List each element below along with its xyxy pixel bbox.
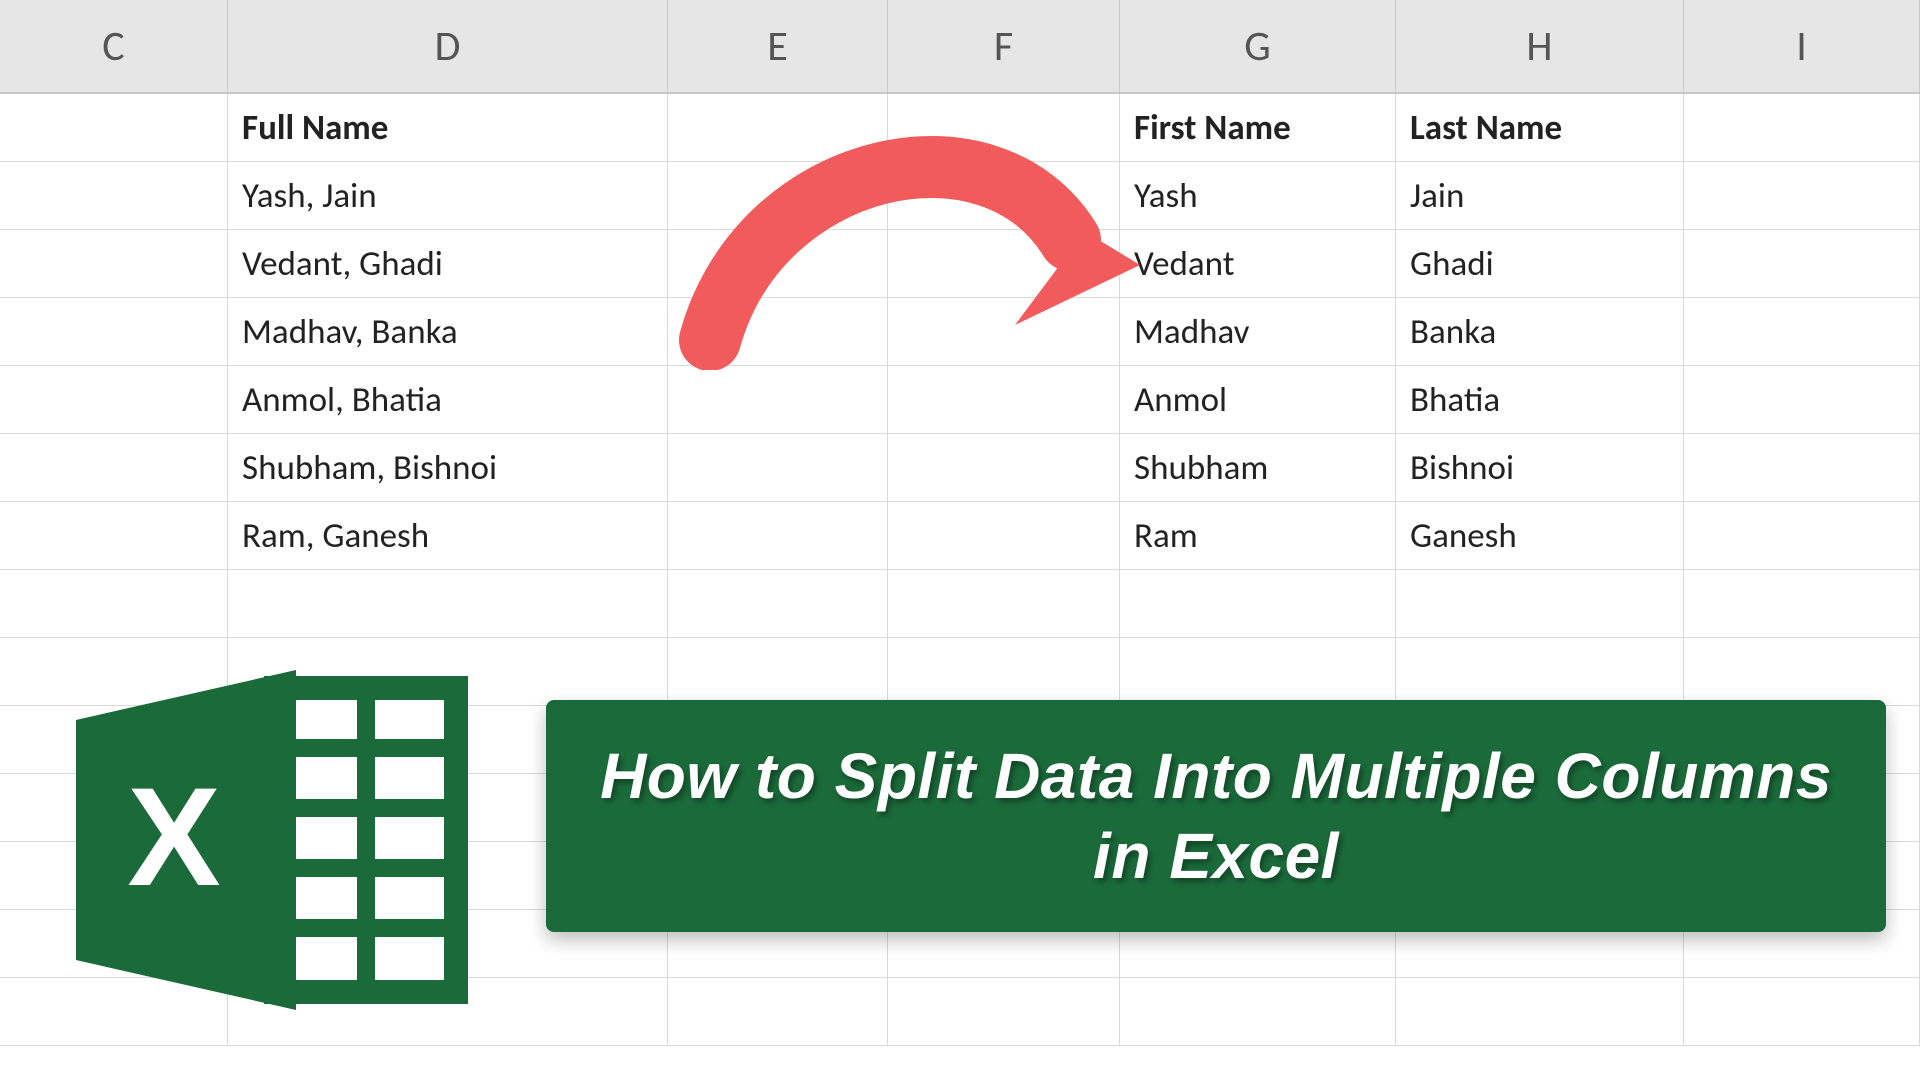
cell[interactable] xyxy=(888,298,1120,365)
cell[interactable] xyxy=(1120,570,1396,637)
cell[interactable] xyxy=(1120,978,1396,1045)
title-banner: How to Split Data Into Multiple Columns … xyxy=(546,700,1886,932)
cell[interactable] xyxy=(0,162,228,229)
column-headers-row: C D E F G H I xyxy=(0,0,1920,94)
column-header-d[interactable]: D xyxy=(228,0,668,92)
cell[interactable] xyxy=(1684,298,1920,365)
cell[interactable] xyxy=(668,298,888,365)
cell-full-name[interactable]: Ram, Ganesh xyxy=(228,502,668,569)
column-header-f[interactable]: F xyxy=(888,0,1120,92)
cell[interactable] xyxy=(0,434,228,501)
cell[interactable] xyxy=(668,638,888,705)
cell[interactable] xyxy=(1684,230,1920,297)
cell[interactable] xyxy=(1684,366,1920,433)
table-row: Ram, Ganesh Ram Ganesh xyxy=(0,502,1920,570)
cell-full-name[interactable]: Vedant, Ghadi xyxy=(228,230,668,297)
column-header-i[interactable]: I xyxy=(1684,0,1920,92)
cell-full-name[interactable]: Madhav, Banka xyxy=(228,298,668,365)
cell-first-name[interactable]: Yash xyxy=(1120,162,1396,229)
table-row: Yash, Jain Yash Jain xyxy=(0,162,1920,230)
banner-title: How to Split Data Into Multiple Columns … xyxy=(586,736,1846,896)
cell[interactable] xyxy=(888,162,1120,229)
table-row: Shubham, Bishnoi Shubham Bishnoi xyxy=(0,434,1920,502)
cell[interactable] xyxy=(668,366,888,433)
cell-last-name[interactable]: Ghadi xyxy=(1396,230,1684,297)
cell-last-name[interactable]: Bhatia xyxy=(1396,366,1684,433)
cell[interactable] xyxy=(1684,162,1920,229)
column-header-h[interactable]: H xyxy=(1396,0,1684,92)
cell[interactable] xyxy=(888,978,1120,1045)
cell-first-name[interactable]: Madhav xyxy=(1120,298,1396,365)
cell-last-name[interactable]: Ganesh xyxy=(1396,502,1684,569)
cell[interactable] xyxy=(1396,570,1684,637)
cell[interactable] xyxy=(888,94,1120,161)
table-row: Vedant, Ghadi Vedant Ghadi xyxy=(0,230,1920,298)
cell[interactable] xyxy=(888,570,1120,637)
cell[interactable] xyxy=(668,162,888,229)
cell-last-name[interactable]: Banka xyxy=(1396,298,1684,365)
cell[interactable] xyxy=(1684,978,1920,1045)
table-row xyxy=(0,570,1920,638)
cell[interactable] xyxy=(0,570,228,637)
table-row: Full Name First Name Last Name xyxy=(0,94,1920,162)
cell[interactable] xyxy=(0,298,228,365)
table-row: Anmol, Bhatia Anmol Bhatia xyxy=(0,366,1920,434)
cell-last-name[interactable]: Bishnoi xyxy=(1396,434,1684,501)
cell[interactable] xyxy=(888,434,1120,501)
cell[interactable] xyxy=(668,978,888,1045)
column-header-c[interactable]: C xyxy=(0,0,228,92)
header-last-name[interactable]: Last Name xyxy=(1396,94,1684,161)
column-header-g[interactable]: G xyxy=(1120,0,1396,92)
cell[interactable] xyxy=(1684,502,1920,569)
cell[interactable] xyxy=(888,366,1120,433)
cell[interactable] xyxy=(228,570,668,637)
cell[interactable] xyxy=(668,434,888,501)
cell[interactable] xyxy=(1684,434,1920,501)
cell[interactable] xyxy=(0,230,228,297)
cell[interactable] xyxy=(1120,638,1396,705)
cell[interactable] xyxy=(888,638,1120,705)
cell[interactable] xyxy=(668,94,888,161)
cell[interactable] xyxy=(0,366,228,433)
svg-text:X: X xyxy=(127,758,220,915)
cell-full-name[interactable]: Shubham, Bishnoi xyxy=(228,434,668,501)
cell-first-name[interactable]: Vedant xyxy=(1120,230,1396,297)
cell-last-name[interactable]: Jain xyxy=(1396,162,1684,229)
header-first-name[interactable]: First Name xyxy=(1120,94,1396,161)
cell[interactable] xyxy=(1396,638,1684,705)
header-full-name[interactable]: Full Name xyxy=(228,94,668,161)
cell[interactable] xyxy=(1396,978,1684,1045)
cell[interactable] xyxy=(1684,570,1920,637)
cell[interactable] xyxy=(1684,94,1920,161)
cell[interactable] xyxy=(888,502,1120,569)
cell[interactable] xyxy=(0,94,228,161)
cell[interactable] xyxy=(0,502,228,569)
cell[interactable] xyxy=(1684,638,1920,705)
cell[interactable] xyxy=(668,570,888,637)
column-header-e[interactable]: E xyxy=(668,0,888,92)
table-row: Madhav, Banka Madhav Banka xyxy=(0,298,1920,366)
cell-first-name[interactable]: Shubham xyxy=(1120,434,1396,501)
cell-full-name[interactable]: Anmol, Bhatia xyxy=(228,366,668,433)
cell-full-name[interactable]: Yash, Jain xyxy=(228,162,668,229)
cell[interactable] xyxy=(668,230,888,297)
cell-first-name[interactable]: Ram xyxy=(1120,502,1396,569)
cell[interactable] xyxy=(668,502,888,569)
excel-icon: X xyxy=(46,660,476,1020)
cell[interactable] xyxy=(888,230,1120,297)
cell-first-name[interactable]: Anmol xyxy=(1120,366,1396,433)
